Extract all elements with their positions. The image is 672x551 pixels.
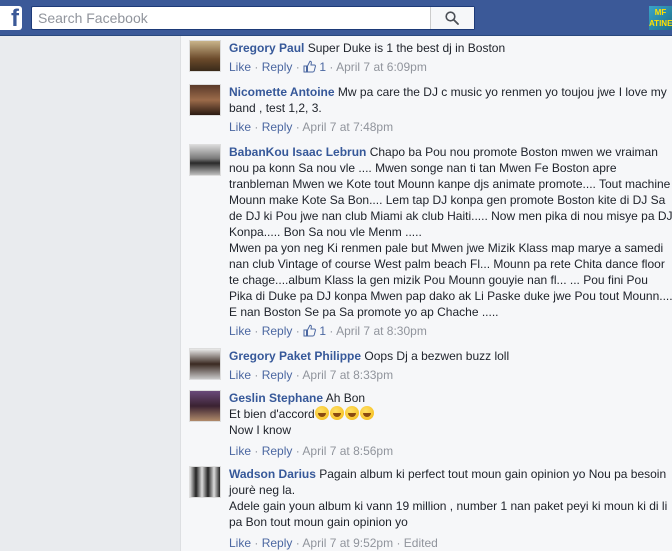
like-link[interactable]: Like (229, 368, 251, 382)
comment-body: Geslin Stephane Ah Bon Et bien d'accord … (229, 390, 672, 438)
comment-body: Gregory Paul Super Duke is 1 the best dj… (229, 40, 672, 56)
comment-actions: Like · Reply · April 7 at 8:33pm (229, 368, 394, 382)
like-link[interactable]: Like (229, 324, 251, 338)
timestamp[interactable]: April 7 at 8:56pm (302, 444, 393, 458)
edited-label[interactable]: Edited (404, 536, 438, 550)
timestamp[interactable]: April 7 at 8:33pm (302, 368, 393, 382)
like-link[interactable]: Like (229, 444, 251, 458)
timestamp[interactable]: April 7 at 8:30pm (336, 324, 427, 338)
search-icon (445, 11, 459, 25)
like-link[interactable]: Like (229, 120, 251, 134)
comment-body: Nicomette Antoine Mw pa care the DJ c mu… (229, 84, 672, 116)
comment-text: Chapo ba Pou nou promote Boston mwen we … (229, 145, 672, 239)
comment-text-continued: Mwen pa yon neg Ki renmen pale but Mwen … (229, 241, 672, 319)
search-button[interactable] (430, 7, 474, 29)
comment-text: Ah Bon (325, 391, 366, 405)
avatar[interactable] (189, 144, 221, 176)
thumbs-up-icon (303, 324, 316, 337)
comment-actions: Like · Reply · April 7 at 9:52pm · Edite… (229, 536, 438, 550)
comment-body: BabanKou Isaac Lebrun Chapo ba Pou nou p… (229, 144, 672, 320)
profile-avatar[interactable]: MF ATINE (649, 6, 672, 30)
comment-actions: Like · Reply · 1 · April 7 at 6:09pm (229, 60, 427, 74)
comment-author[interactable]: Wadson Darius (229, 467, 316, 481)
reply-link[interactable]: Reply (262, 120, 293, 134)
avatar[interactable] (189, 84, 221, 116)
comment-body: Gregory Paket Philippe Oops Dj a bezwen … (229, 348, 672, 364)
like-link[interactable]: Like (229, 536, 251, 550)
like-count[interactable]: 1 (303, 60, 326, 74)
avatar[interactable] (189, 40, 221, 72)
timestamp[interactable]: April 7 at 9:52pm (302, 536, 393, 550)
comment-author[interactable]: Gregory Paket Philippe (229, 349, 361, 363)
reply-link[interactable]: Reply (262, 444, 293, 458)
like-link[interactable]: Like (229, 60, 251, 74)
laughing-emoji-icon (329, 406, 344, 420)
comment-text: Super Duke is 1 the best dj in Boston (307, 41, 506, 55)
thumbs-up-icon (303, 60, 316, 73)
comment-actions: Like · Reply · April 7 at 7:48pm (229, 120, 394, 134)
reply-link[interactable]: Reply (262, 324, 293, 338)
left-gutter (0, 36, 180, 551)
avatar[interactable] (189, 390, 221, 422)
facebook-logo-icon[interactable]: f (0, 6, 22, 30)
search-bar (31, 6, 475, 30)
comment-author[interactable]: BabanKou Isaac Lebrun (229, 145, 366, 159)
search-input[interactable] (32, 7, 432, 29)
laughing-emoji-icon (314, 406, 329, 420)
comment-actions: Like · Reply · April 7 at 8:56pm (229, 444, 394, 458)
comment-text-continued: Adele gain youn album ki vann 19 million… (229, 499, 668, 529)
timestamp[interactable]: April 7 at 6:09pm (336, 60, 427, 74)
top-navigation-bar: f MF ATINE (0, 0, 672, 36)
comment-text-line: Now I know (229, 423, 292, 437)
like-count[interactable]: 1 (303, 324, 326, 338)
reply-link[interactable]: Reply (262, 536, 293, 550)
comment-author[interactable]: Gregory Paul (229, 41, 304, 55)
laughing-emoji-icon (359, 406, 374, 420)
timestamp[interactable]: April 7 at 7:48pm (302, 120, 393, 134)
comment-body: Wadson Darius Pagain album ki perfect to… (229, 466, 672, 530)
comment-actions: Like · Reply · 1 · April 7 at 8:30pm (229, 324, 427, 338)
comment-text: Oops Dj a bezwen buzz loll (364, 349, 510, 363)
like-count-value: 1 (319, 324, 327, 338)
comment-author[interactable]: Geslin Stephane (229, 391, 323, 405)
reply-link[interactable]: Reply (262, 60, 293, 74)
like-count-value: 1 (319, 60, 327, 74)
avatar[interactable] (189, 348, 221, 380)
laughing-emoji-icon (344, 406, 359, 420)
comment-author[interactable]: Nicomette Antoine (229, 85, 335, 99)
comment-text-line: Et bien d'accord (229, 406, 672, 422)
reply-link[interactable]: Reply (262, 368, 293, 382)
avatar[interactable] (189, 466, 221, 498)
comments-list: Gregory Paul Super Duke is 1 the best dj… (180, 36, 672, 551)
